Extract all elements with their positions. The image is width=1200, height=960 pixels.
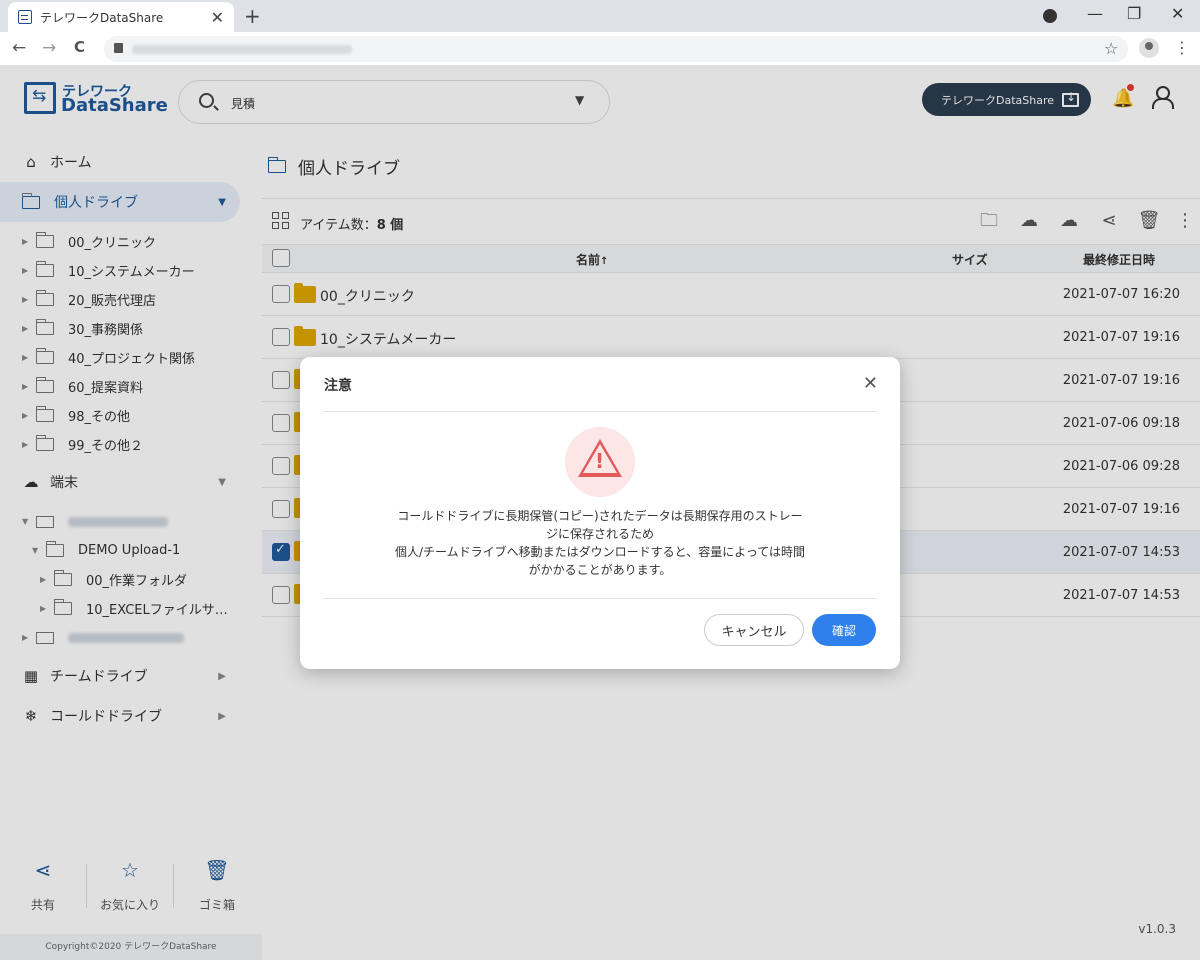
new-tab-button[interactable]: + <box>244 4 261 28</box>
warning-mark: ! <box>595 449 605 473</box>
caution-dialog: 注意 ✕ ! コールドドライブに長期保管(コピー)されたデータは長期保存用のスト… <box>300 357 900 669</box>
reload-button[interactable]: C <box>74 38 85 56</box>
tab-close-icon[interactable]: ✕ <box>211 8 224 27</box>
confirm-button[interactable]: 確認 <box>812 614 876 646</box>
window-close-button[interactable]: ✕ <box>1171 4 1184 23</box>
forward-button[interactable]: → <box>42 38 56 58</box>
back-button[interactable]: ← <box>12 38 26 58</box>
browser-toolbar: ← → C <box>0 32 1200 66</box>
divider <box>324 598 876 599</box>
close-icon[interactable]: ✕ <box>863 373 878 394</box>
divider <box>324 411 876 412</box>
dialog-message: コールドドライブに長期保管(コピー)されたデータは長期保存用のストレー ジに保存… <box>370 507 830 579</box>
lock-icon <box>114 43 123 53</box>
account-icon[interactable] <box>1139 38 1159 58</box>
browser-tab[interactable]: テレワークDataShare ✕ <box>8 2 234 32</box>
warning-icon: ! <box>565 427 635 497</box>
tab-title: テレワークDataShare <box>40 10 164 25</box>
dialog-title: 注意 <box>324 378 352 394</box>
url-blurred <box>132 45 352 54</box>
message-line: ジに保存されるため <box>545 527 654 541</box>
cancel-button[interactable]: キャンセル <box>704 614 804 646</box>
address-bar[interactable] <box>104 36 1128 62</box>
message-line: 個人/チームドライブへ移動またはダウンロードすると、容量によっては時間 <box>394 545 805 559</box>
minimize-button[interactable]: — <box>1087 4 1103 23</box>
message-line: がかかることがあります。 <box>528 563 672 577</box>
browser-profile-icon[interactable] <box>1043 9 1057 23</box>
browser-menu-icon[interactable]: ⋮ <box>1174 38 1190 57</box>
bookmark-star-icon[interactable]: ☆ <box>1104 39 1118 58</box>
restore-button[interactable]: ❐ <box>1127 4 1141 23</box>
browser-tab-strip: テレワークDataShare ✕ + — ❐ ✕ <box>0 0 1200 32</box>
site-favicon-icon <box>18 10 32 24</box>
message-line: コールドドライブに長期保管(コピー)されたデータは長期保存用のストレー <box>397 509 803 523</box>
